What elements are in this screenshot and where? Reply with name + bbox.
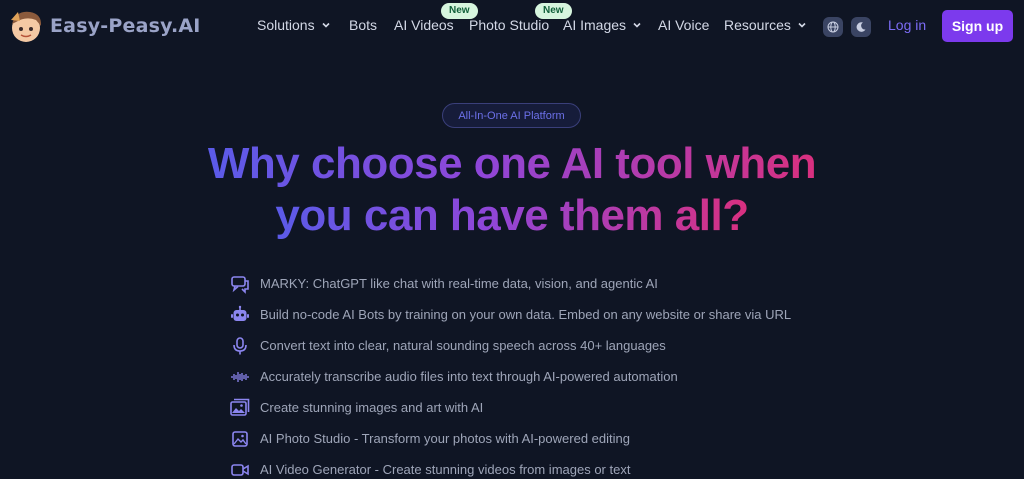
feature-text: AI Photo Studio - Transform your photos … bbox=[260, 431, 630, 446]
images-icon bbox=[228, 396, 252, 420]
theme-toggle-button[interactable] bbox=[851, 17, 871, 37]
login-link[interactable]: Log in bbox=[888, 17, 926, 33]
nav-resources-label: Resources bbox=[724, 17, 791, 33]
feature-text: AI Video Generator - Create stunning vid… bbox=[260, 462, 631, 477]
nav-bots-label: Bots bbox=[349, 17, 378, 33]
video-icon bbox=[228, 458, 252, 479]
nav-photo-studio-label: Photo Studio bbox=[469, 17, 550, 33]
brand-logo[interactable]: Easy-Peasy.AI bbox=[8, 8, 201, 44]
list-item: Create stunning images and art with AI bbox=[228, 392, 791, 423]
waveform-icon bbox=[228, 365, 252, 389]
robot-icon bbox=[228, 303, 252, 327]
feature-text: MARKY: ChatGPT like chat with real-time … bbox=[260, 276, 658, 291]
headline-line-1: Why choose one AI tool when bbox=[207, 139, 817, 188]
feature-text: Accurately transcribe audio files into t… bbox=[260, 369, 678, 384]
language-button[interactable] bbox=[823, 17, 843, 37]
hero-headline: Why choose one AI tool when you can have… bbox=[0, 138, 1024, 242]
moon-icon bbox=[856, 22, 866, 32]
list-item: AI Photo Studio - Transform your photos … bbox=[228, 423, 791, 454]
nav-solutions-label: Solutions bbox=[257, 17, 315, 33]
nav-resources[interactable]: Resources bbox=[724, 17, 807, 33]
headline-line-2: you can have them all? bbox=[275, 191, 749, 240]
chat-icon bbox=[228, 272, 252, 296]
nav-ai-voice[interactable]: AI Voice bbox=[658, 17, 709, 33]
list-item: Convert text into clear, natural soundin… bbox=[228, 330, 791, 361]
nav-bots[interactable]: Bots bbox=[349, 17, 377, 33]
feature-list: MARKY: ChatGPT like chat with real-time … bbox=[228, 268, 791, 479]
brand-name: Easy-Peasy.AI bbox=[50, 15, 201, 37]
nav-photo-studio[interactable]: Photo Studio bbox=[469, 17, 549, 33]
list-item: AI Video Generator - Create stunning vid… bbox=[228, 454, 791, 479]
chevron-down-icon bbox=[798, 22, 806, 28]
chevron-down-icon bbox=[633, 22, 641, 28]
globe-icon bbox=[827, 21, 839, 33]
feature-text: Build no-code AI Bots by training on you… bbox=[260, 307, 792, 322]
chevron-down-icon bbox=[322, 22, 330, 28]
nav-ai-voice-label: AI Voice bbox=[658, 17, 710, 33]
list-item: MARKY: ChatGPT like chat with real-time … bbox=[228, 268, 791, 299]
nav-ai-images-label: AI Images bbox=[563, 17, 627, 33]
mascot-icon bbox=[11, 11, 42, 42]
page: Easy-Peasy.AI Solutions Bots New AI Vide… bbox=[0, 0, 1024, 479]
feature-text: Create stunning images and art with AI bbox=[260, 400, 484, 415]
feature-text: Convert text into clear, natural soundin… bbox=[260, 338, 666, 353]
nav-solutions[interactable]: Solutions bbox=[257, 17, 331, 33]
nav-ai-images[interactable]: AI Images bbox=[563, 17, 642, 33]
list-item: Build no-code AI Bots by training on you… bbox=[228, 299, 791, 330]
nav-ai-videos[interactable]: AI Videos bbox=[394, 17, 454, 33]
list-item: Accurately transcribe audio files into t… bbox=[228, 361, 791, 392]
top-nav: Easy-Peasy.AI Solutions Bots New AI Vide… bbox=[0, 0, 1024, 54]
platform-pill: All-In-One AI Platform bbox=[442, 103, 581, 128]
nav-ai-videos-label: AI Videos bbox=[394, 17, 454, 33]
photo-icon bbox=[228, 427, 252, 451]
microphone-icon bbox=[228, 334, 252, 358]
signup-button[interactable]: Sign up bbox=[942, 10, 1013, 42]
